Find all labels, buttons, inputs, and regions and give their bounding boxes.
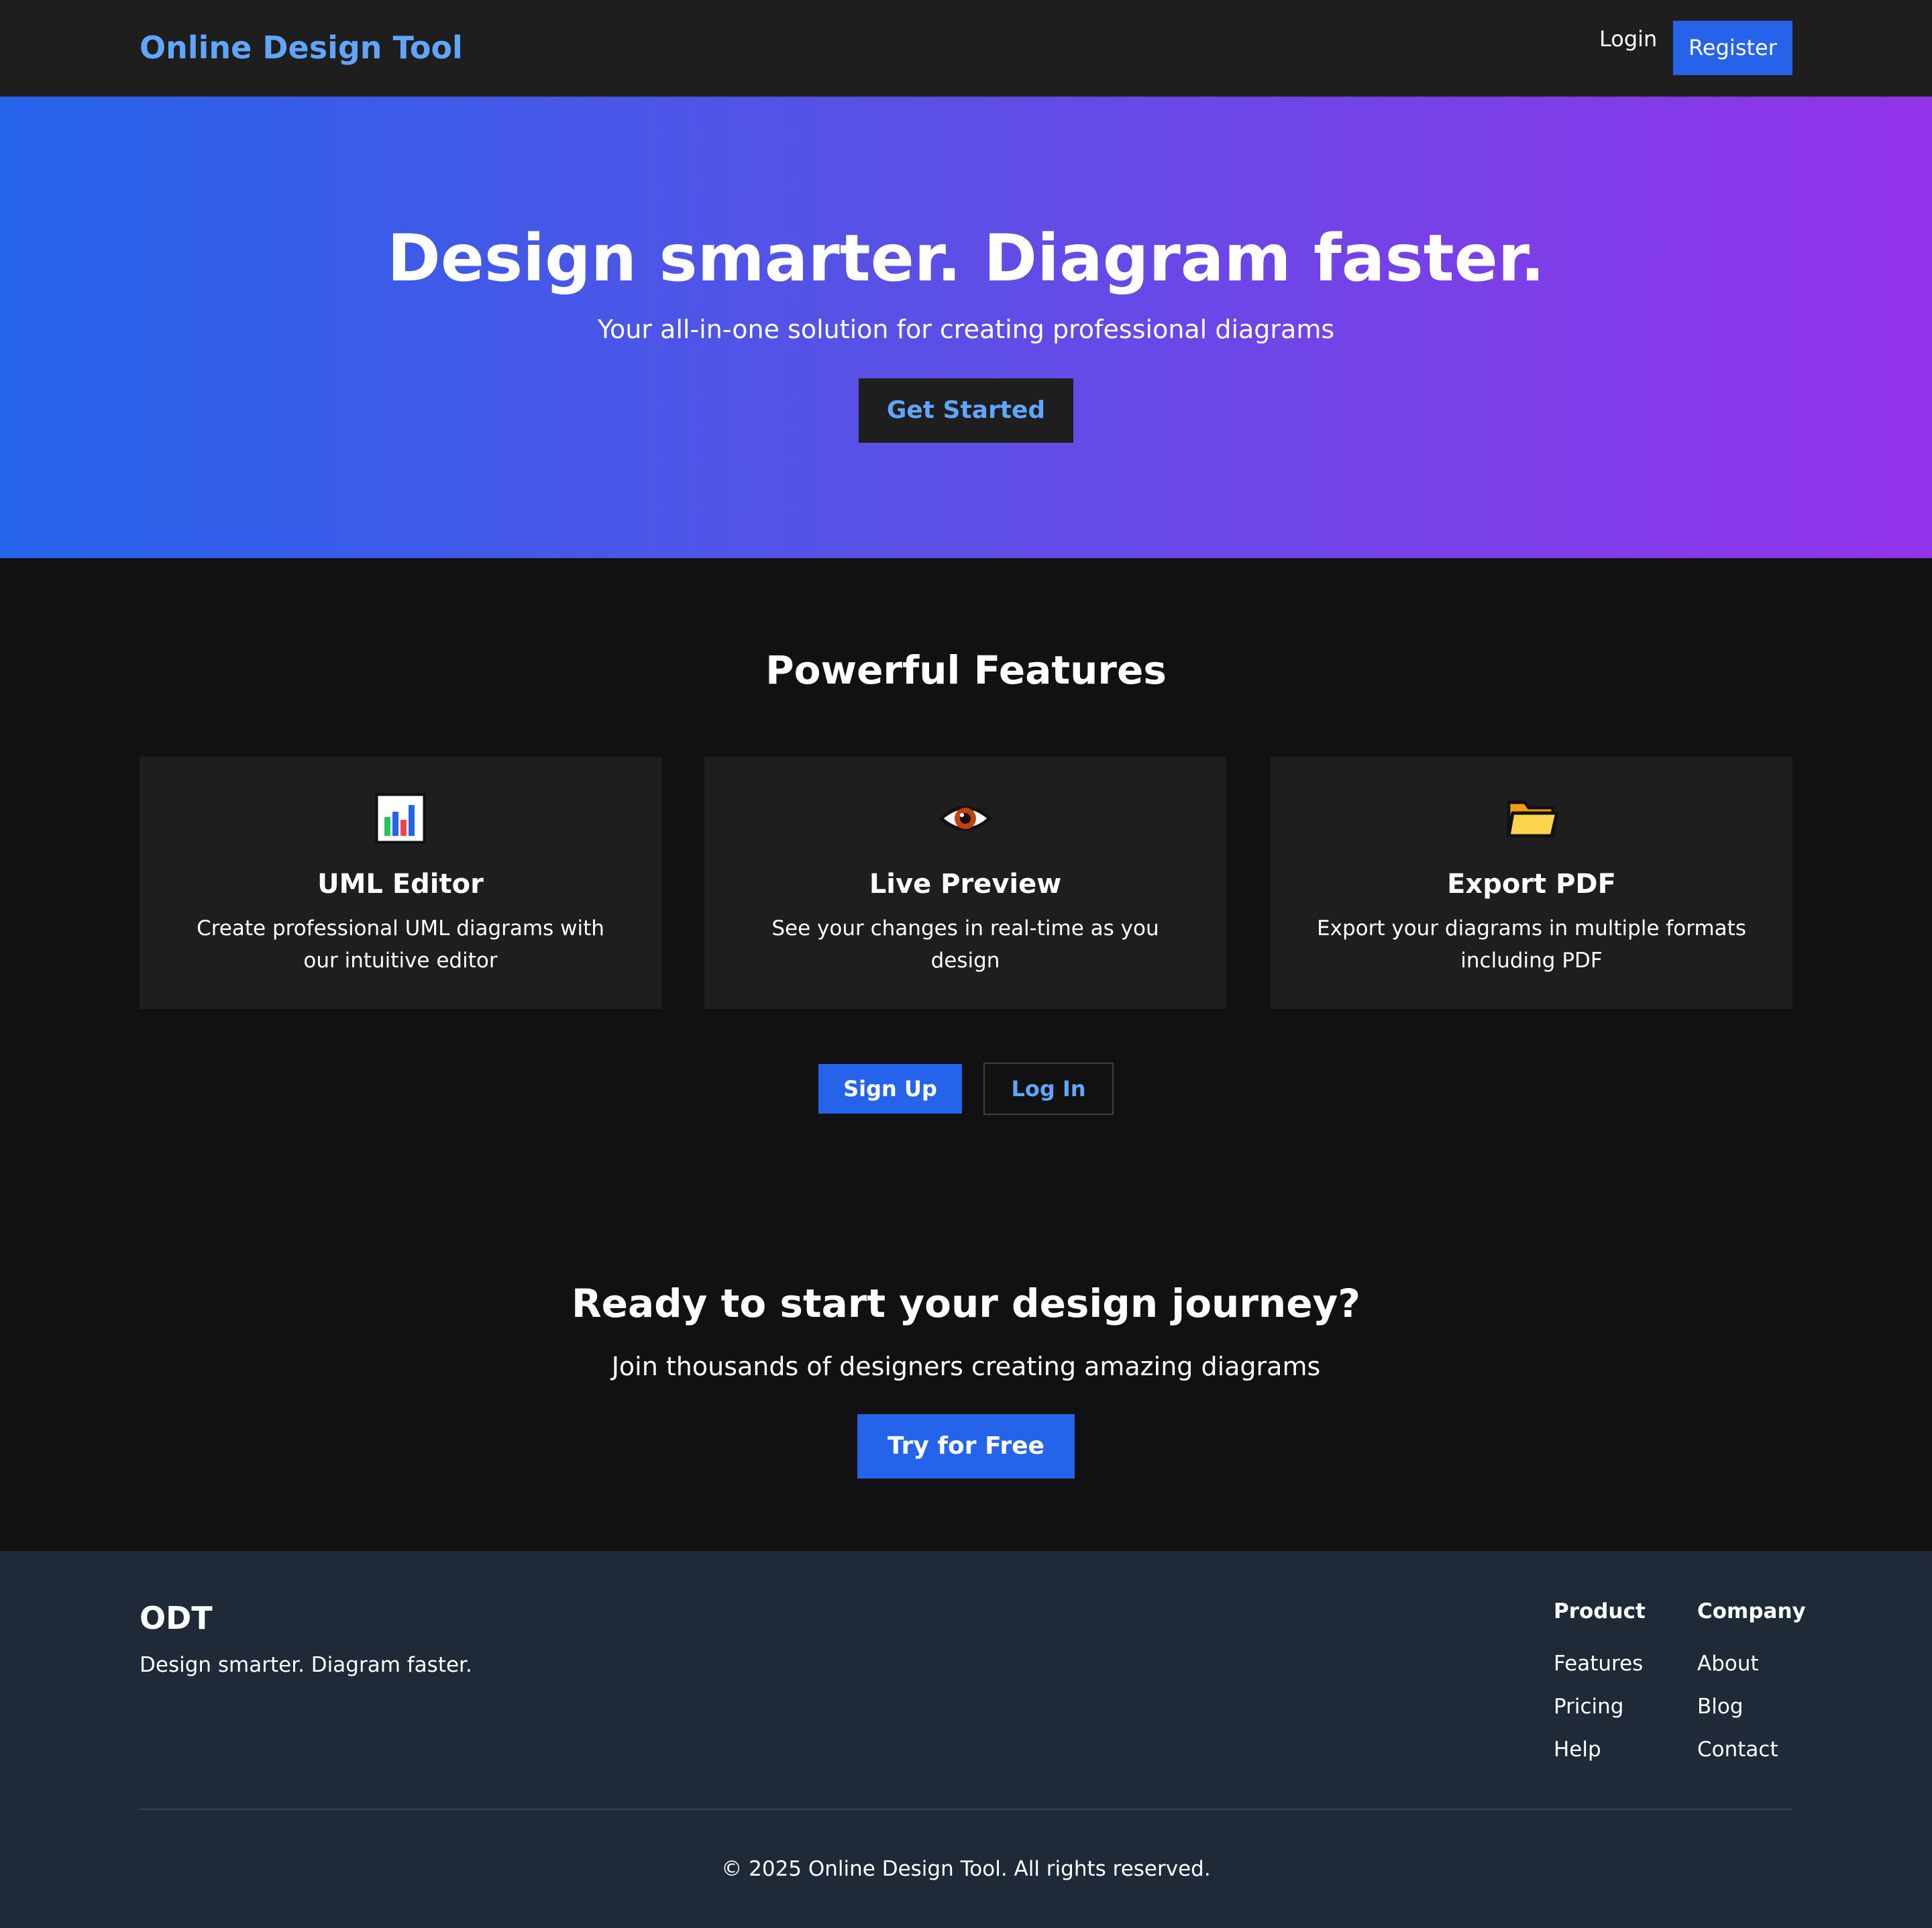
feature-description: Create professional UML diagrams with ou… <box>197 916 604 973</box>
footer-link-pricing[interactable]: Pricing <box>1554 1693 1646 1736</box>
footer-link-help[interactable]: Help <box>1554 1736 1646 1779</box>
feature-title: UML Editor <box>317 869 484 900</box>
footer-tagline: Design smarter. Diagram faster. <box>140 1653 472 1677</box>
footer: ODT Design smarter. Diagram faster. Prod… <box>0 1551 1932 1928</box>
footer-link-about[interactable]: About <box>1697 1650 1806 1693</box>
features-heading: Powerful Features <box>765 647 1167 693</box>
brand-logo-link[interactable]: Online Design Tool <box>140 30 463 66</box>
sign-up-button[interactable]: Sign Up <box>818 1064 962 1114</box>
eye-icon <box>704 793 1226 844</box>
cta-heading: Ready to start your design journey? <box>571 1281 1361 1326</box>
log-in-button[interactable]: Log In <box>983 1063 1114 1115</box>
try-for-free-button[interactable]: Try for Free <box>857 1414 1075 1479</box>
footer-link-contact[interactable]: Contact <box>1697 1736 1806 1779</box>
nav-register-button[interactable]: Register <box>1673 21 1792 75</box>
footer-column-company: Company About Blog Contact <box>1697 1598 1806 1779</box>
hero-section: Design smarter. Diagram faster. Your all… <box>0 97 1932 558</box>
footer-column-heading: Product <box>1554 1599 1646 1623</box>
feature-description: Export your diagrams in multiple formats… <box>1317 916 1746 973</box>
nav-login-link[interactable]: Login <box>1599 25 1657 52</box>
feature-title: Export PDF <box>1447 869 1616 900</box>
bar-chart-icon <box>140 793 661 844</box>
feature-card-live-preview: Live Preview See your changes in real-ti… <box>704 757 1226 1009</box>
footer-link-features[interactable]: Features <box>1554 1650 1646 1693</box>
top-navbar: Online Design Tool Login Register <box>0 0 1932 97</box>
footer-column-product: Product Features Pricing Help <box>1554 1598 1646 1779</box>
feature-title: Live Preview <box>869 869 1062 900</box>
footer-divider <box>140 1809 1792 1810</box>
footer-column-heading: Company <box>1697 1599 1806 1623</box>
get-started-button[interactable]: Get Started <box>859 378 1073 443</box>
hero-title: Design smarter. Diagram faster. <box>387 221 1545 296</box>
hero-subtitle: Your all-in-one solution for creating pr… <box>597 315 1335 344</box>
feature-card-uml-editor: UML Editor Create professional UML diagr… <box>140 757 661 1009</box>
feature-description: See your changes in real-time as you des… <box>771 916 1159 973</box>
folder-icon <box>1271 793 1792 844</box>
cta-subtitle: Join thousands of designers creating ama… <box>611 1352 1321 1381</box>
footer-link-blog[interactable]: Blog <box>1697 1693 1806 1736</box>
feature-card-export-pdf: Export PDF Export your diagrams in multi… <box>1271 757 1792 1009</box>
footer-copyright: © 2025 Online Design Tool. All rights re… <box>721 1857 1211 1881</box>
footer-brand: ODT <box>140 1600 213 1636</box>
